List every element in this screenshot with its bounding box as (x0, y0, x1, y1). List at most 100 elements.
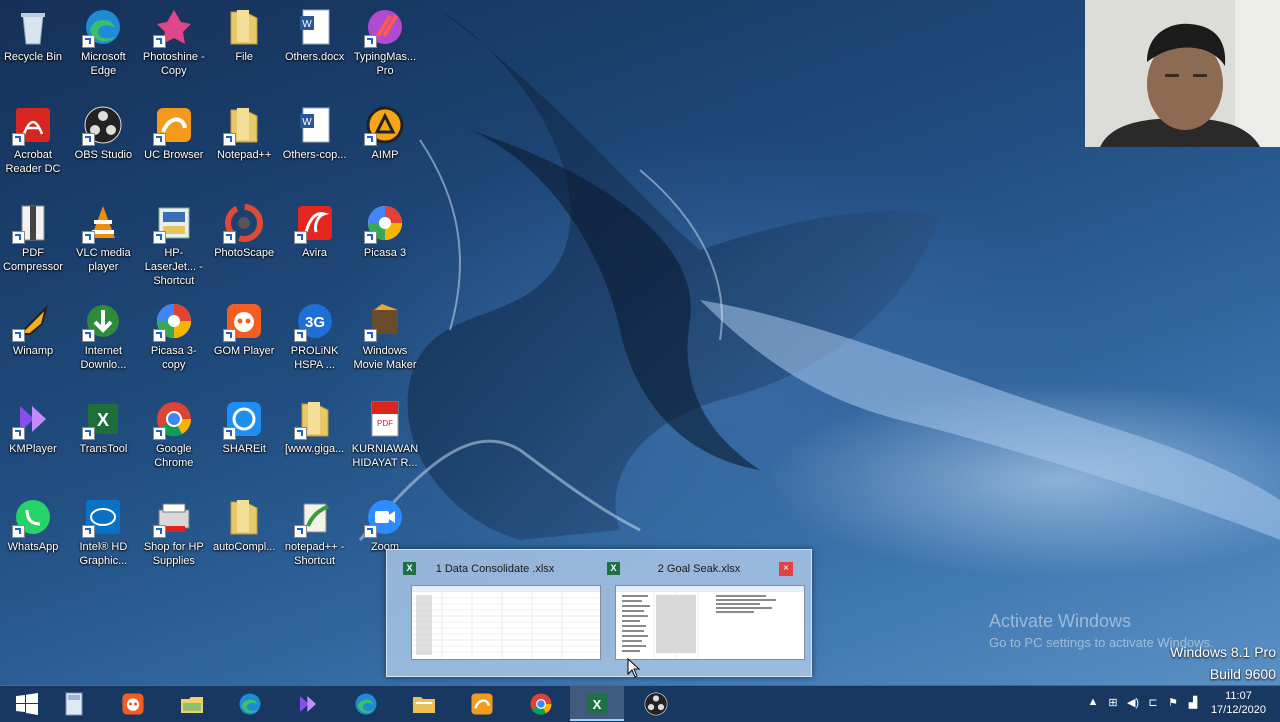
desktop-icon-label: TransTool (79, 443, 128, 455)
picasa-icon (152, 300, 195, 342)
clock[interactable]: 11:07 17/12/2020 (1211, 689, 1266, 717)
network-icon[interactable]: ⊏ (1146, 696, 1160, 710)
prolink-icon: 3G (293, 300, 336, 342)
uc-browser-icon (469, 691, 495, 717)
taskbar-button[interactable] (0, 686, 54, 721)
shortcut-arrow-icon (82, 35, 96, 48)
desktop-icon[interactable]: OBS Studio (68, 98, 138, 192)
taskbar: X ▲ ⊞ ◀) ⊏ ⚑ ▟ 11:07 17/12/2020 (0, 685, 1280, 721)
taskbar-button[interactable] (281, 686, 335, 721)
thumbnail-window-1[interactable]: X 1 Data Consolidate .xlsx (395, 558, 601, 670)
shortcut-arrow-icon (223, 133, 237, 146)
desktop-icon[interactable]: autoCompl... (209, 490, 279, 584)
desktop-icon-label: AIMP (371, 149, 399, 161)
action-center-flag-icon[interactable]: ⚑ (1166, 696, 1180, 710)
taskbar-button[interactable] (106, 686, 160, 721)
recycle-bin-icon (12, 6, 54, 48)
shortcut-arrow-icon (293, 427, 307, 440)
desktop-icon-label: TypingMas... Pro (353, 51, 417, 77)
desktop-icon[interactable]: Internet Downlo... (68, 294, 138, 388)
shortcut-arrow-icon (152, 133, 166, 146)
usb-device-icon[interactable]: ⊞ (1106, 696, 1120, 710)
desktop-icon[interactable]: Winamp (0, 294, 68, 388)
desktop-icon-label: notepad++ - Shortcut (284, 541, 345, 567)
taskbar-button[interactable] (455, 686, 509, 721)
desktop-icon[interactable]: Notepad++ (209, 98, 279, 192)
mouse-cursor-icon (627, 658, 641, 678)
desktop-icon[interactable]: Picasa 3 (350, 196, 420, 290)
desktop-icon-label: Microsoft Edge (81, 51, 126, 77)
taskbar-thumbnail-preview: X 1 Data Consolidate .xlsx X 2 Goal Seak… (386, 549, 812, 678)
hp-printer-icon (152, 202, 195, 244)
file-explorer-icon (411, 691, 437, 717)
desktop-icon[interactable]: TypingMas... Pro (350, 0, 420, 94)
desktop-icon-label: GOM Player (213, 345, 275, 357)
excel-icon: X (584, 691, 610, 717)
desktop-icon[interactable]: AIMP (350, 98, 420, 192)
desktop-icon[interactable]: Photoshine - Copy (139, 0, 209, 94)
taskbar-button[interactable] (223, 686, 277, 721)
desktop-icon[interactable]: Windows Movie Maker (350, 294, 420, 388)
desktop-icon-label: SHAREit (222, 443, 266, 455)
shortcut-arrow-icon (12, 133, 25, 146)
taskbar-button[interactable] (514, 686, 568, 721)
desktop-icon[interactable]: Acrobat Reader DC (0, 98, 68, 192)
file-explorer-folders-icon (179, 691, 205, 717)
desktop-icon[interactable]: Google Chrome (139, 392, 209, 486)
svg-text:W: W (302, 19, 312, 30)
desktop-icon[interactable]: File (209, 0, 279, 94)
desktop-icon-label: KMPlayer (9, 443, 57, 455)
desktop-icon[interactable]: GOM Player (209, 294, 279, 388)
folder-icon (223, 104, 265, 146)
taskbar-button[interactable]: X (570, 686, 624, 721)
desktop-icon[interactable]: PDF Compressor (0, 196, 68, 290)
shortcut-arrow-icon (152, 525, 166, 538)
desktop[interactable]: Recycle Bin Microsoft Edge Photoshine - Co… (0, 0, 1280, 685)
taskbar-button[interactable] (339, 686, 393, 721)
desktop-icon[interactable]: notepad++ - Shortcut (280, 490, 350, 584)
desktop-icon-label: Intel® HD Graphic... (79, 541, 128, 567)
shortcut-arrow-icon (223, 231, 237, 244)
desktop-icon[interactable]: PhotoScape (209, 196, 279, 290)
gom-player-icon (120, 691, 146, 717)
desktop-icon[interactable]: VLC media player (68, 196, 138, 290)
whatsapp-icon (12, 496, 54, 538)
desktop-icon[interactable]: W Others.docx (280, 0, 350, 94)
desktop-icon[interactable]: X TransTool (68, 392, 138, 486)
svg-text:X: X (97, 410, 109, 430)
taskbar-button[interactable] (47, 686, 101, 721)
start-windows-icon (14, 691, 40, 717)
desktop-icon[interactable]: SHAREit (209, 392, 279, 486)
desktop-icon[interactable]: Shop for HP Supplies (139, 490, 209, 584)
desktop-icon[interactable]: PDF KURNIAWAN HIDAYAT R... (350, 392, 420, 486)
desktop-icon[interactable]: Recycle Bin (0, 0, 68, 94)
desktop-icon[interactable]: UC Browser (139, 98, 209, 192)
volume-icon[interactable]: ◀) (1126, 696, 1140, 710)
desktop-icon[interactable]: [www.giga... (280, 392, 350, 486)
desktop-icon[interactable]: KMPlayer (0, 392, 68, 486)
desktop-icon[interactable]: Picasa 3-copy (139, 294, 209, 388)
shortcut-arrow-icon (293, 525, 307, 538)
desktop-icon[interactable]: Avira (280, 196, 350, 290)
taskbar-button[interactable] (165, 686, 219, 721)
kmplayer-icon (12, 398, 54, 440)
shortcut-arrow-icon (364, 525, 377, 538)
chevron-up-icon[interactable]: ▲ (1086, 696, 1100, 710)
shortcut-arrow-icon (364, 133, 377, 146)
thumbnail-window-2[interactable]: X 2 Goal Seak.xlsx × (599, 558, 805, 670)
desktop-icon[interactable]: 3G PROLiNK HSPA ... (280, 294, 350, 388)
zoom-icon (364, 496, 406, 538)
desktop-icon[interactable]: Microsoft Edge (68, 0, 138, 94)
photoscape-icon (223, 202, 265, 244)
desktop-icon[interactable]: WhatsApp (0, 490, 68, 584)
desktop-icon-label: UC Browser (144, 149, 204, 161)
desktop-icon[interactable]: Intel® HD Graphic... (68, 490, 138, 584)
shortcut-arrow-icon (152, 231, 166, 244)
desktop-icon[interactable]: W Others-cop... (280, 98, 350, 192)
close-icon[interactable]: × (779, 562, 793, 576)
signal-icon[interactable]: ▟ (1186, 696, 1200, 710)
desktop-icon[interactable]: HP-LaserJet... - Shortcut (139, 196, 209, 290)
picasa-icon (364, 202, 406, 244)
taskbar-button[interactable] (629, 686, 683, 721)
taskbar-button[interactable] (397, 686, 451, 721)
